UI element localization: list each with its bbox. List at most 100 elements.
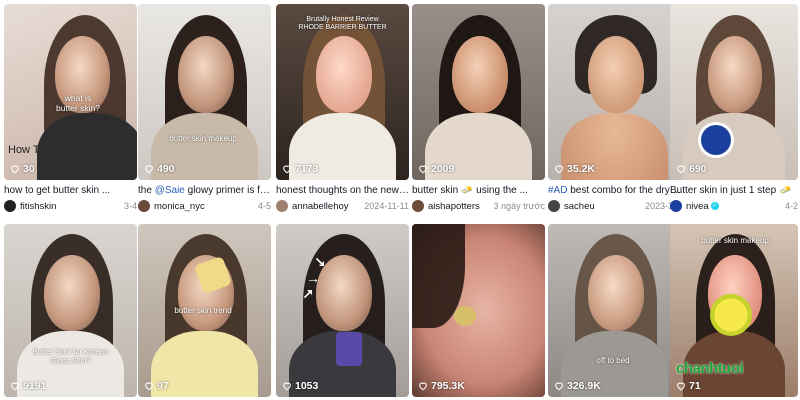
video-caption[interactable]: butter skin 🧈 using the ... xyxy=(412,184,545,197)
avatar[interactable] xyxy=(276,200,288,212)
overlay-caption-line: butter skin? xyxy=(56,102,100,113)
video-card[interactable]: How T what is butter skin? 30 how to get… xyxy=(4,4,137,213)
arrow-icon: ↗ xyxy=(302,286,314,302)
view-count-value: 1053 xyxy=(295,380,319,392)
view-count: 30 xyxy=(10,163,35,175)
view-count: 326.9K xyxy=(554,380,601,392)
video-thumbnail[interactable]: off to bed 326.9K xyxy=(548,224,681,397)
mention-link[interactable]: @Saie xyxy=(155,185,185,196)
thumbnail-title-line: How T xyxy=(8,144,40,156)
author-name[interactable]: annabellehoy xyxy=(292,201,360,212)
caption-text: the xyxy=(138,185,155,196)
view-count-value: 35.2K xyxy=(567,163,596,175)
video-card[interactable]: ↘ → ↗ 1053 xyxy=(276,224,409,397)
avatar[interactable] xyxy=(548,200,560,212)
view-count: 97 xyxy=(144,380,169,392)
overlay-caption-line: butter skin makeup xyxy=(701,236,769,245)
inset-video xyxy=(336,332,362,366)
hashtag-link[interactable]: #AD xyxy=(548,185,567,196)
view-count: 71 xyxy=(676,380,701,392)
lemon-logo-icon xyxy=(710,294,752,336)
view-count-value: 97 xyxy=(157,380,169,392)
view-count-value: 795.3K xyxy=(431,380,465,392)
video-thumbnail[interactable]: How T what is butter skin? 30 xyxy=(4,4,137,180)
view-count-value: 71 xyxy=(689,380,701,392)
view-count-value: 326.9K xyxy=(567,380,601,392)
verified-icon: ✓ xyxy=(710,201,719,210)
overlay-caption-line: butter skin makeup xyxy=(169,134,237,143)
view-count: 2009 xyxy=(418,163,454,175)
avatar[interactable] xyxy=(4,200,16,212)
author-name[interactable]: nivea ✓ xyxy=(686,201,781,212)
caption-text: best combo for the dry ... xyxy=(567,185,681,196)
video-card[interactable]: Butter Stick for Korean Glass Skin? 9191 xyxy=(4,224,137,397)
video-thumbnail[interactable]: 795.3K xyxy=(412,224,545,397)
video-thumbnail[interactable]: 35.2K xyxy=(548,4,681,180)
view-count-value: 490 xyxy=(157,163,175,175)
video-thumbnail[interactable]: Brutally Honest Review RHODE BARRIER BUT… xyxy=(276,4,409,180)
avatar[interactable] xyxy=(412,200,424,212)
overlay-title-line: Brutally Honest Review xyxy=(306,16,379,23)
heart-icon xyxy=(283,382,291,391)
video-card[interactable]: 35.2K #AD best combo for the dry ... sac… xyxy=(548,4,681,213)
heart-icon xyxy=(145,382,153,391)
view-count: 690 xyxy=(676,163,707,175)
heart-icon xyxy=(555,382,563,391)
overlay-title-line: RHODE BARRIER BUTTER xyxy=(298,24,387,32)
heart-icon xyxy=(555,165,563,174)
heart-icon xyxy=(419,165,427,174)
view-count: 490 xyxy=(144,163,175,175)
video-card[interactable]: 690 Butter skin in just 1 step 🧈 nivea ✓ … xyxy=(670,4,798,213)
heart-icon xyxy=(145,165,153,174)
watermark-logo: chanhtuoi xyxy=(676,360,744,377)
overlay-caption-line: off to bed xyxy=(596,356,630,365)
video-caption[interactable]: the @Saie glowy primer is fo... xyxy=(138,184,271,197)
video-thumbnail[interactable]: Butter Stick for Korean Glass Skin? 9191 xyxy=(4,224,137,397)
heart-icon xyxy=(419,382,427,391)
heart-icon xyxy=(677,165,685,174)
video-thumbnail[interactable]: ↘ → ↗ 1053 xyxy=(276,224,409,397)
video-card[interactable]: 2009 butter skin 🧈 using the ... aishapo… xyxy=(412,4,545,213)
video-card[interactable]: Brutally Honest Review RHODE BARRIER BUT… xyxy=(276,4,409,213)
post-date: 3-4 xyxy=(123,201,137,211)
video-grid: How T what is butter skin? 30 how to get… xyxy=(0,0,800,400)
heart-icon xyxy=(283,165,291,174)
video-card[interactable]: butter skin trend 97 xyxy=(138,224,271,397)
arrow-icon: ↘ xyxy=(314,254,326,270)
avatar[interactable] xyxy=(670,200,682,212)
view-count-value: 2009 xyxy=(431,163,455,175)
video-card[interactable]: butter skin makeup 490 the @Saie glowy p… xyxy=(138,4,271,213)
video-thumbnail[interactable]: butter skin makeup 490 xyxy=(138,4,271,180)
heart-icon xyxy=(677,382,685,391)
view-count: 7173 xyxy=(282,163,318,175)
heart-icon xyxy=(11,382,19,391)
author-name[interactable]: aishapotters xyxy=(428,201,490,212)
author-name[interactable]: sacheu xyxy=(564,201,641,212)
post-date: 4-5 xyxy=(257,201,271,211)
view-count-value: 9191 xyxy=(23,380,47,392)
author-name[interactable]: fitishskin xyxy=(20,201,120,212)
view-count-value: 690 xyxy=(689,163,707,175)
post-date: 3 ngày trước xyxy=(493,201,545,211)
cream-tin xyxy=(698,122,734,158)
view-count: 1053 xyxy=(282,380,318,392)
video-caption[interactable]: honest thoughts on the new ... xyxy=(276,184,409,197)
heart-icon xyxy=(11,165,19,174)
view-count-value: 7173 xyxy=(295,163,319,175)
video-caption[interactable]: Butter skin in just 1 step 🧈 xyxy=(670,184,798,197)
overlay-caption-line: butter skin trend xyxy=(174,306,232,315)
video-thumbnail[interactable]: 2009 xyxy=(412,4,545,180)
view-count: 9191 xyxy=(10,380,46,392)
video-thumbnail[interactable]: 690 xyxy=(670,4,798,180)
video-thumbnail[interactable]: butter skin makeup chanhtuoi 71 xyxy=(670,224,798,397)
avatar[interactable] xyxy=(138,200,150,212)
view-count-value: 30 xyxy=(23,163,35,175)
video-card[interactable]: off to bed 326.9K xyxy=(548,224,681,397)
video-card[interactable]: butter skin makeup chanhtuoi 71 xyxy=(670,224,798,397)
video-caption[interactable]: #AD best combo for the dry ... xyxy=(548,184,681,197)
video-card[interactable]: 795.3K xyxy=(412,224,545,397)
video-thumbnail[interactable]: butter skin trend 97 xyxy=(138,224,271,397)
video-caption[interactable]: how to get butter skin ... xyxy=(4,184,137,197)
author-name[interactable]: monica_nyc xyxy=(154,201,254,212)
overlay-caption-line: Glass Skin? xyxy=(50,355,91,365)
